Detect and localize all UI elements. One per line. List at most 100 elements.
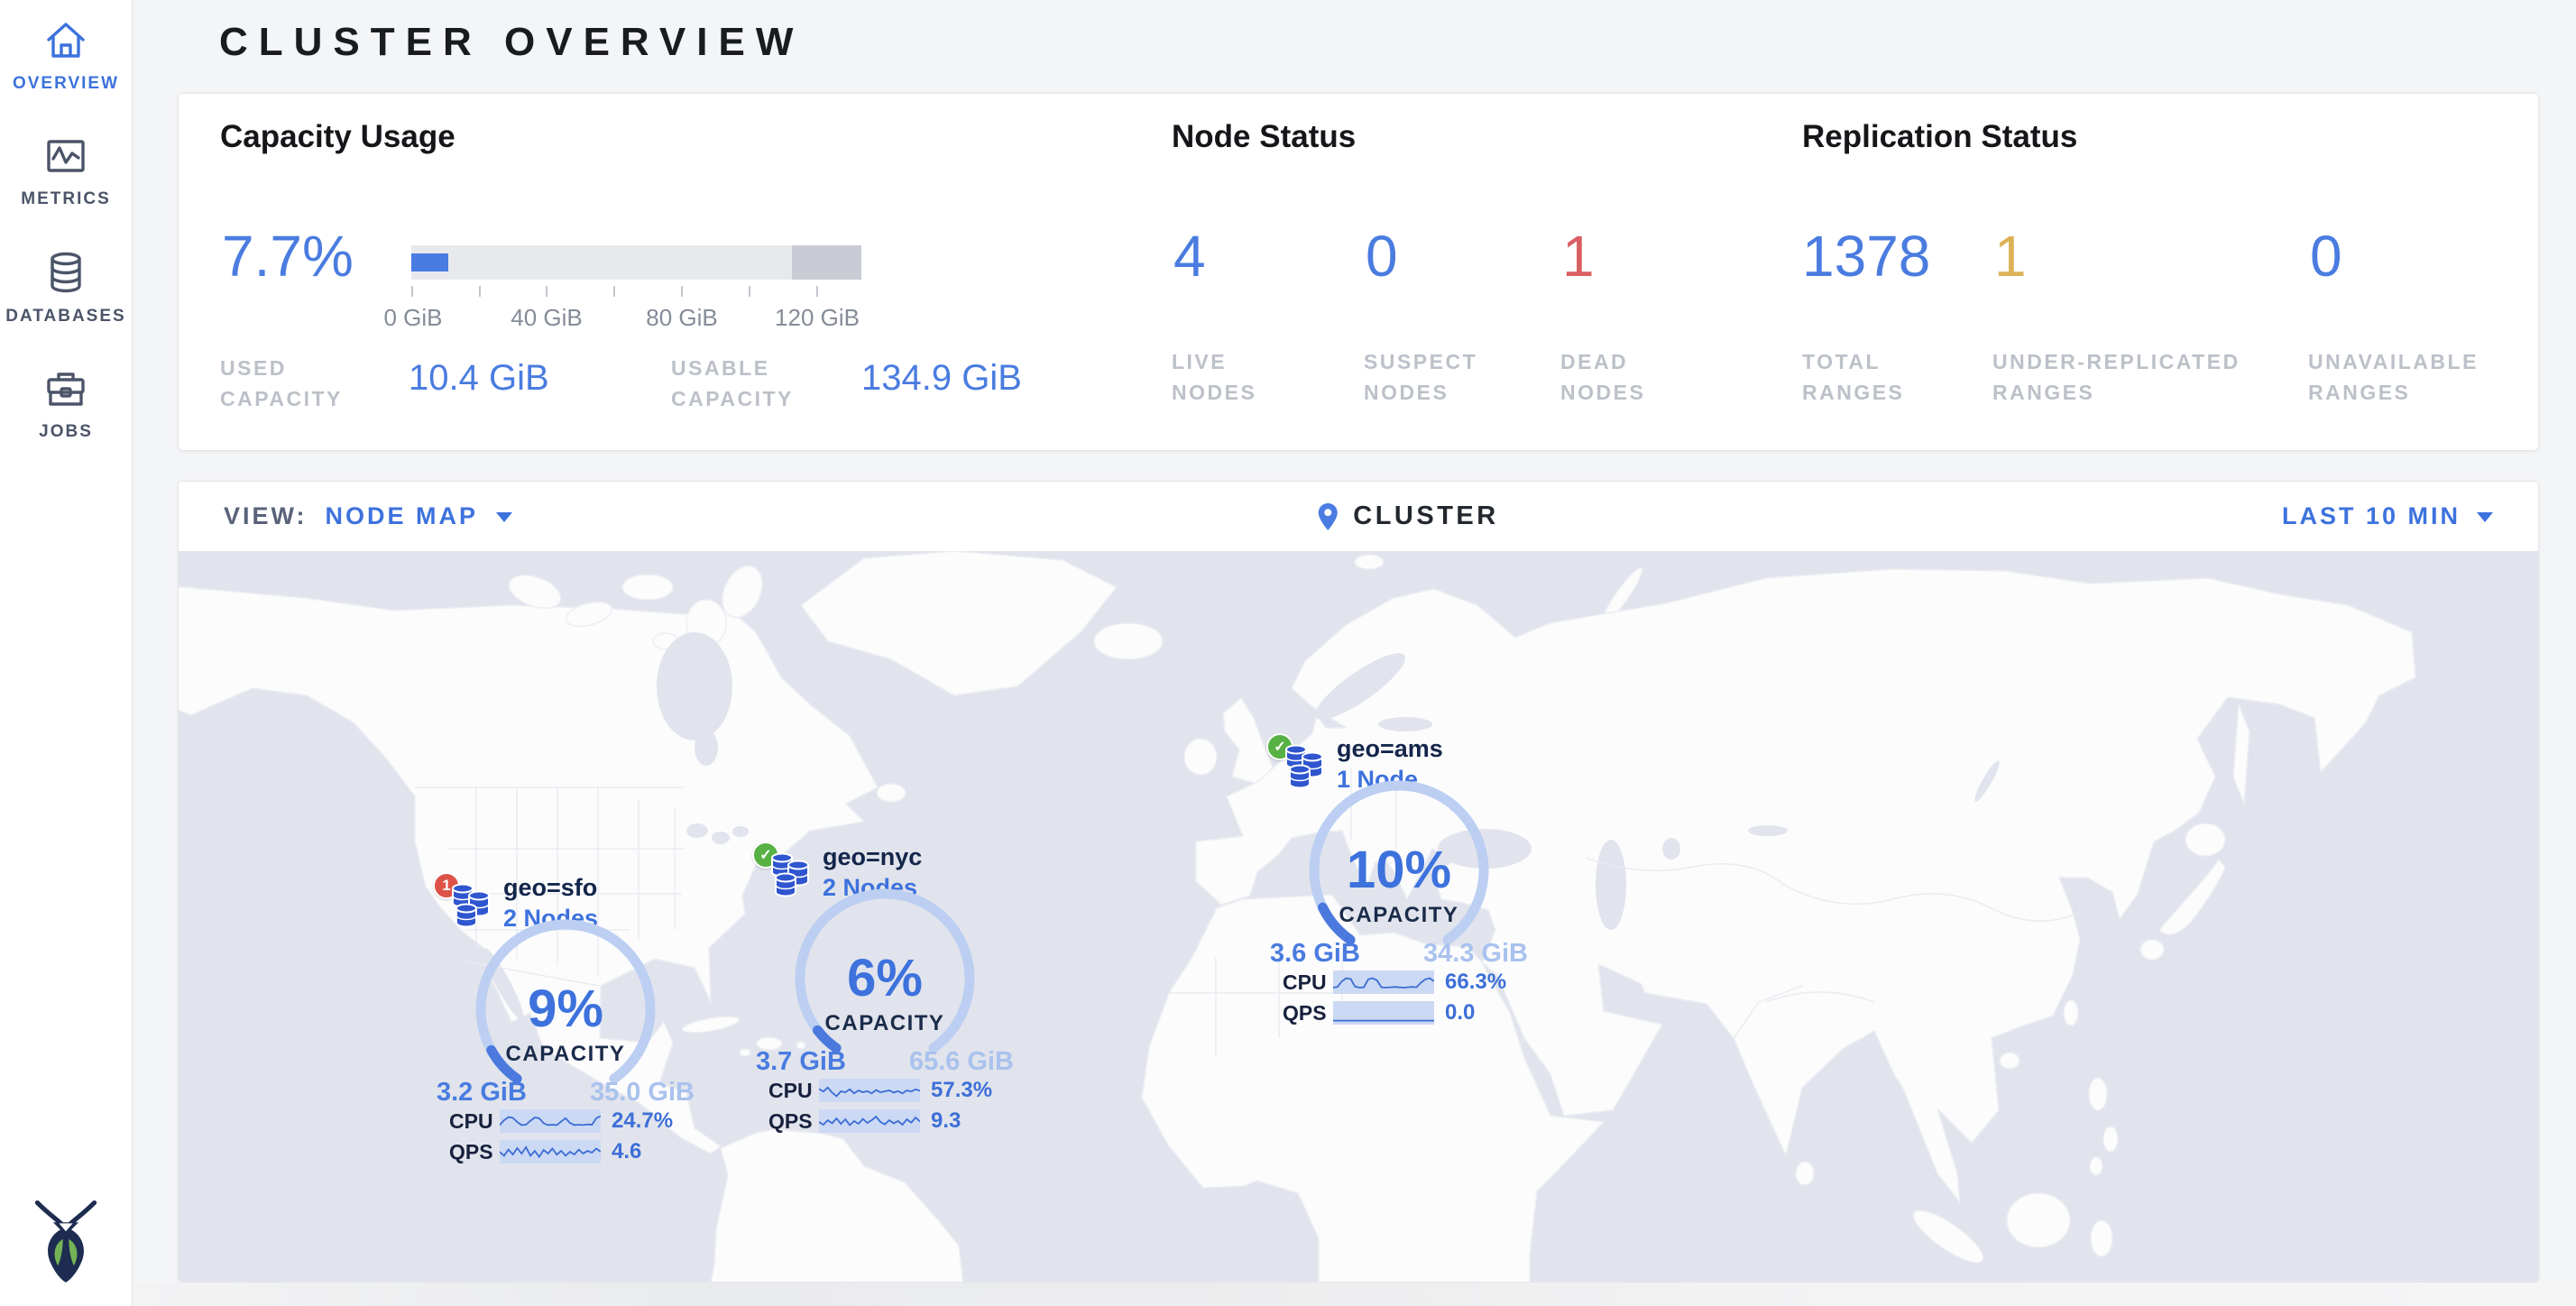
databases-icon (44, 251, 87, 294)
unavailable-ranges-count: 0 (2310, 227, 2342, 285)
location-pin-icon (1317, 502, 1339, 531)
locality-label: geo=sfo (503, 874, 597, 902)
axis-tick (546, 286, 547, 297)
unavailable-ranges-label: UNAVAILABLE RANGES (2308, 346, 2507, 408)
cpu-label: CPU (449, 1109, 500, 1134)
cpu-label: CPU (1283, 970, 1333, 995)
capacity-label: CAPACITY (777, 1011, 993, 1036)
world-map: 1 geo=sfo 2 Nodes 9% CAPACITY 3.2 GiB 35… (179, 551, 2539, 1283)
metrics-icon (44, 135, 87, 177)
locality-label: geo=nyc (823, 843, 922, 871)
sidebar: OVERVIEW METRICS DATABASES (0, 0, 133, 1306)
axis-tick (749, 286, 750, 297)
sidebar-item-label: JOBS (0, 422, 132, 442)
chevron-down-icon (2477, 512, 2493, 522)
total-capacity: 35.0 GiB (590, 1078, 695, 1108)
capacity-used-percent: 7.7% (222, 227, 354, 285)
node-map-card: VIEW: NODE MAP CLUSTER LAST 10 MIN (178, 481, 2539, 1283)
used-capacity-value: 10.4 GiB (409, 358, 549, 399)
sidebar-item-label: OVERVIEW (0, 74, 132, 94)
sidebar-item-metrics[interactable]: METRICS (0, 135, 132, 209)
time-range-value: LAST 10 MIN (2282, 502, 2461, 530)
breadcrumb-cluster[interactable]: CLUSTER (1317, 501, 1498, 531)
cpu-sparkline (500, 1109, 601, 1133)
sidebar-item-overview[interactable]: OVERVIEW (0, 20, 132, 94)
capacity-percent: 9% (457, 979, 674, 1039)
suspect-nodes-label: SUSPECT NODES (1364, 346, 1517, 408)
view-label: VIEW: (224, 502, 308, 530)
total-ranges-label: TOTAL RANGES (1802, 346, 1946, 408)
used-capacity: 3.2 GiB (437, 1078, 527, 1108)
cpu-label: CPU (768, 1079, 819, 1103)
dead-nodes-label: DEAD NODES (1560, 346, 1696, 408)
live-nodes-count: 4 (1173, 227, 1206, 285)
qps-sparkline (819, 1109, 920, 1133)
qps-value: 9.3 (931, 1108, 961, 1134)
sidebar-item-label: DATABASES (0, 307, 132, 326)
used-capacity: 3.7 GiB (756, 1047, 846, 1077)
qps-label: QPS (449, 1140, 500, 1164)
axis-tick (479, 286, 481, 297)
qps-sparkline (1333, 1001, 1434, 1025)
axis-tick-label: 0 GiB (383, 304, 442, 332)
cluster-breadcrumb-label: CLUSTER (1353, 501, 1498, 531)
page-title: CLUSTER OVERVIEW (219, 20, 804, 65)
capacity-percent: 10% (1291, 840, 1507, 900)
qps-label: QPS (1283, 1001, 1333, 1025)
horizontal-scroll-hint[interactable] (133, 1283, 2576, 1306)
under-replicated-label: UNDER-REPLICATED RANGES (1992, 346, 2281, 408)
capacity-bar (411, 245, 861, 280)
capacity-percent: 6% (777, 948, 993, 1008)
axis-tick (816, 286, 818, 297)
dead-nodes-count: 1 (1562, 227, 1595, 285)
cpu-value: 57.3% (931, 1078, 992, 1103)
qps-label: QPS (768, 1109, 819, 1134)
cpu-sparkline (1333, 970, 1434, 994)
axis-tick (411, 286, 413, 297)
suspect-nodes-count: 0 (1366, 227, 1398, 285)
cpu-value: 66.3% (1445, 970, 1506, 995)
live-nodes-label: LIVE NODES (1172, 346, 1307, 408)
usable-capacity-label: USABLE CAPACITY (671, 353, 842, 414)
locality-label: geo=ams (1337, 735, 1443, 763)
used-capacity: 3.6 GiB (1270, 939, 1360, 969)
qps-value: 0.0 (1445, 1000, 1475, 1025)
capacity-label: CAPACITY (1291, 903, 1507, 928)
chevron-down-icon (496, 512, 512, 522)
map-toolbar: VIEW: NODE MAP CLUSTER LAST 10 MIN (179, 482, 2538, 551)
under-replicated-count: 1 (1994, 227, 2027, 285)
node-status-title: Node Status (1172, 119, 1356, 155)
cpu-value: 24.7% (612, 1108, 673, 1134)
axis-tick (681, 286, 683, 297)
time-range-selector[interactable]: LAST 10 MIN (2282, 502, 2493, 530)
view-selector[interactable]: VIEW: NODE MAP (224, 502, 512, 530)
cockroachdb-logo (31, 1198, 101, 1284)
sidebar-item-label: METRICS (0, 189, 132, 209)
sidebar-item-databases[interactable]: DATABASES (0, 251, 132, 326)
capacity-bar-fill (411, 253, 448, 271)
map-node-ams[interactable]: ✓ geo=ams 1 Node 10% CAPACITY 3.6 GiB 34… (1259, 733, 1539, 1036)
jobs-icon (43, 368, 88, 409)
home-icon (44, 20, 87, 61)
view-value: NODE MAP (326, 502, 479, 530)
qps-sparkline (500, 1140, 601, 1163)
axis-tick-label: 80 GiB (646, 304, 718, 332)
used-capacity-label: USED CAPACITY (220, 353, 391, 414)
total-capacity: 65.6 GiB (909, 1047, 1014, 1077)
cockroachdb-admin-ui: OVERVIEW METRICS DATABASES (0, 0, 2576, 1306)
capacity-bar-reserved (792, 245, 861, 280)
replication-status-title: Replication Status (1802, 119, 2077, 155)
axis-tick (613, 286, 615, 297)
main-content: CLUSTER OVERVIEW Capacity Usage 7.7% 0 G… (133, 0, 2576, 1306)
qps-value: 4.6 (612, 1139, 641, 1164)
cpu-sparkline (819, 1079, 920, 1102)
capacity-usage-title: Capacity Usage (220, 119, 455, 155)
map-node-sfo[interactable]: 1 geo=sfo 2 Nodes 9% CAPACITY 3.2 GiB 35… (426, 872, 705, 1175)
total-capacity: 34.3 GiB (1423, 939, 1528, 969)
total-ranges-count: 1378 (1802, 227, 1930, 285)
capacity-label: CAPACITY (457, 1042, 674, 1067)
map-node-nyc[interactable]: ✓ geo=nyc 2 Nodes 6% CAPACITY 3.7 GiB 65… (745, 842, 1025, 1145)
axis-tick-label: 40 GiB (511, 304, 583, 332)
usable-capacity-value: 134.9 GiB (861, 358, 1022, 399)
sidebar-item-jobs[interactable]: JOBS (0, 368, 132, 442)
